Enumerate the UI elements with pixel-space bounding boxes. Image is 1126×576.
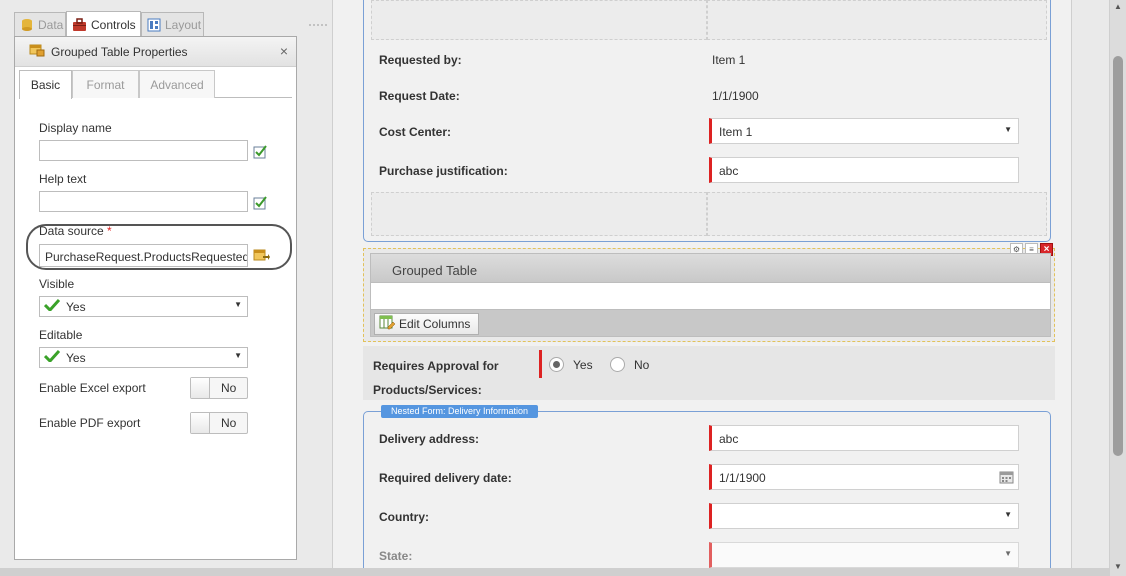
country-label: Country: [379, 510, 429, 524]
tab-controls-label: Controls [91, 17, 136, 32]
empty-cell[interactable] [371, 0, 707, 40]
tab-layout-label: Layout [165, 17, 202, 32]
grouped-table-body [370, 283, 1051, 309]
data-source-label: Data source * [39, 224, 112, 238]
toggle-knob [191, 413, 210, 433]
check-icon [43, 349, 61, 365]
excel-export-toggle[interactable]: No [190, 377, 248, 399]
bottom-edge [0, 568, 1109, 576]
data-source-icon[interactable] [253, 247, 270, 262]
scroll-thumb[interactable] [1113, 56, 1123, 456]
empty-cell[interactable] [707, 192, 1047, 236]
empty-cell[interactable] [371, 192, 707, 236]
visible-value: Yes [66, 299, 86, 314]
property-tabs: Basic Format Advanced [19, 67, 292, 99]
editable-dropdown[interactable]: Yes ▼ [39, 347, 248, 368]
data-source-input[interactable]: PurchaseRequest.ProductsRequested [39, 244, 248, 267]
excel-export-value: No [221, 381, 237, 395]
grouped-table-footer: Edit Columns [370, 309, 1051, 337]
tab-advanced-label: Advanced [150, 77, 204, 92]
delivery-date-value: 1/1/1900 [719, 471, 766, 485]
required-indicator [539, 350, 542, 378]
editable-label: Editable [39, 328, 83, 342]
requested-by-value: Item 1 [712, 53, 746, 67]
state-label: State: [379, 549, 413, 563]
request-date-label: Request Date: [379, 89, 460, 103]
pdf-export-label: Enable PDF export [39, 416, 141, 430]
data-icon [20, 18, 34, 32]
required-delivery-date-input[interactable]: 1/1/1900 [709, 464, 1019, 490]
left-panel-tabs: Data Controls Layout [14, 8, 306, 37]
help-text-label: Help text [39, 172, 87, 186]
vertical-scrollbar[interactable]: ▲ ▼ [1109, 0, 1126, 576]
state-dropdown[interactable]: ▼ [709, 542, 1019, 568]
cost-center-label: Cost Center: [379, 125, 452, 139]
chevron-down-icon: ▼ [1004, 125, 1012, 134]
chevron-down-icon: ▼ [1004, 549, 1012, 558]
pdf-export-value: No [221, 416, 237, 430]
chevron-down-icon: ▼ [234, 351, 242, 360]
controls-icon [72, 17, 87, 32]
request-date-value: 1/1/1900 [712, 89, 759, 103]
tab-format-label: Format [86, 77, 125, 92]
tab-data-label: Data [38, 17, 64, 32]
expression-icon[interactable] [253, 195, 269, 210]
editable-value: Yes [66, 350, 86, 365]
edit-columns-button[interactable]: Edit Columns [374, 313, 480, 335]
nested-form-badge: Nested Form: Delivery Information [381, 405, 539, 418]
tab-advanced[interactable]: Advanced [139, 70, 215, 98]
grouped-table-control[interactable]: ⚙ ≡ × Grouped Table Edit Columns [363, 243, 1055, 342]
requires-approval-label: Requires Approval for Products/Services: [373, 359, 499, 397]
excel-export-label: Enable Excel export [39, 381, 146, 395]
scroll-down-icon[interactable]: ▼ [1114, 562, 1122, 571]
tab-controls[interactable]: Controls [66, 11, 141, 37]
panel-header: Grouped Table Properties × [15, 37, 296, 67]
display-name-input[interactable] [39, 140, 248, 161]
country-dropdown[interactable]: ▼ [709, 503, 1019, 529]
pdf-export-toggle[interactable]: No [190, 412, 248, 434]
approval-no-label: No [634, 358, 650, 372]
visible-label: Visible [39, 277, 75, 291]
purchase-justification-label: Purchase justification: [379, 164, 508, 178]
help-text-input[interactable] [39, 191, 248, 212]
empty-cell[interactable] [707, 0, 1047, 40]
cost-center-value: Item 1 [719, 125, 753, 139]
purchase-justification-input[interactable]: abc [709, 157, 1019, 183]
tab-layout[interactable]: Layout [141, 12, 204, 36]
form-canvas: Requested by: Item 1 Request Date: 1/1/1… [332, 0, 1072, 568]
table-properties-icon [29, 43, 45, 60]
visible-dropdown[interactable]: Yes ▼ [39, 296, 248, 317]
close-icon[interactable]: × [280, 43, 288, 59]
approval-yes-label: Yes [573, 358, 593, 372]
toggle-knob [191, 378, 210, 398]
tab-basic-label: Basic [30, 78, 61, 92]
chevron-down-icon: ▼ [234, 300, 242, 309]
approval-row: Requires Approval for Products/Services:… [363, 346, 1055, 400]
edit-columns-label: Edit Columns [399, 317, 471, 331]
scroll-up-icon[interactable]: ▲ [1114, 2, 1122, 11]
layout-icon [147, 18, 161, 32]
approval-no-radio[interactable] [610, 357, 625, 372]
tab-basic[interactable]: Basic [19, 70, 72, 99]
panel-title: Grouped Table Properties [51, 44, 188, 59]
delivery-address-input[interactable]: abc [709, 425, 1019, 451]
chevron-down-icon: ▼ [1004, 510, 1012, 519]
edit-columns-icon [379, 315, 396, 333]
expression-icon[interactable] [253, 144, 269, 159]
check-icon [43, 298, 61, 314]
requested-by-label: Requested by: [379, 53, 462, 67]
approval-yes-radio[interactable] [549, 357, 564, 372]
tab-data[interactable]: Data [14, 12, 66, 36]
delivery-address-label: Delivery address: [379, 432, 480, 446]
panel-splitter[interactable] [305, 0, 331, 576]
calendar-icon[interactable] [999, 470, 1014, 487]
grouped-table-header: Grouped Table [370, 253, 1051, 283]
data-source-label-text: Data source [39, 224, 104, 238]
required-delivery-date-label: Required delivery date: [379, 471, 512, 485]
cost-center-dropdown[interactable]: Item 1 ▼ [709, 118, 1019, 144]
tab-format[interactable]: Format [72, 70, 139, 98]
display-name-label: Display name [39, 121, 112, 135]
required-mark: * [107, 224, 112, 238]
properties-panel: Grouped Table Properties × Basic Format … [14, 36, 297, 560]
